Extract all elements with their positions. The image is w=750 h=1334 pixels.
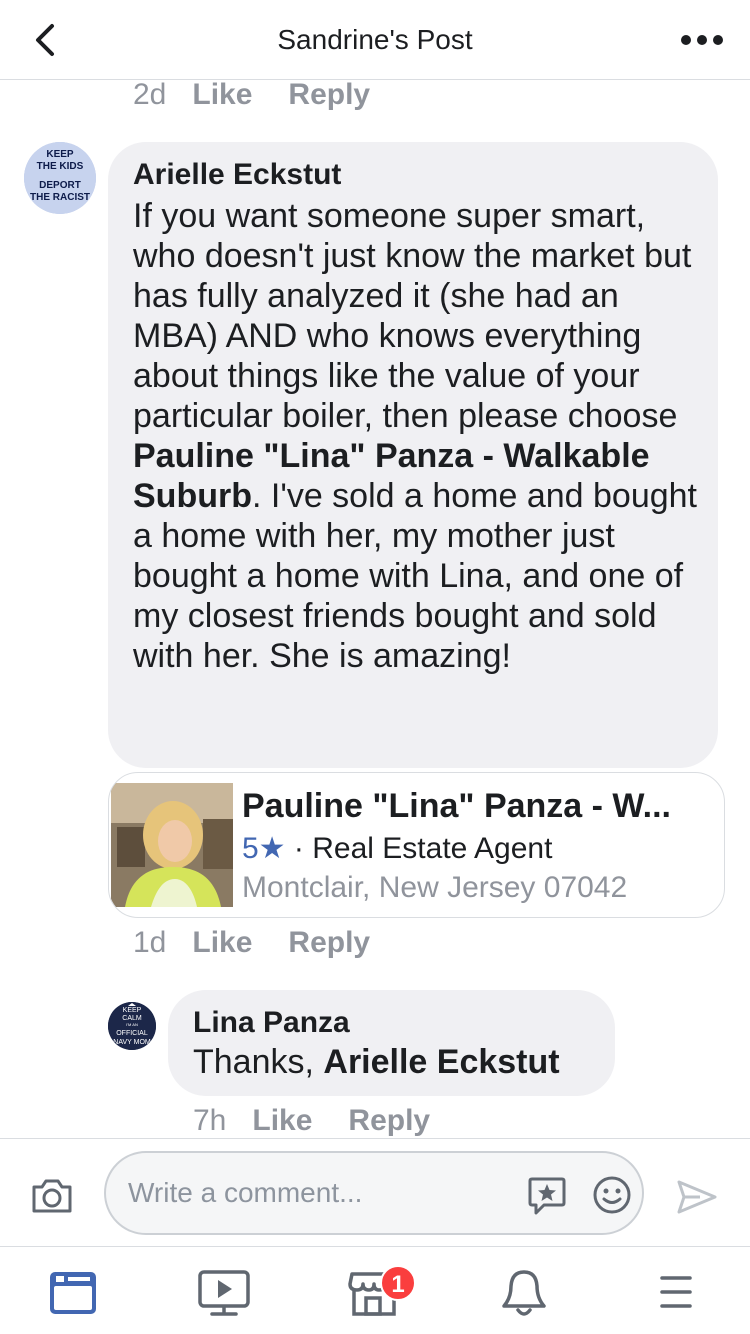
avatar-text-line: KEEP xyxy=(46,149,74,160)
reply-button[interactable]: Reply xyxy=(288,926,370,960)
avatar-text-line: NAVY MOM xyxy=(113,1039,151,1046)
comment-timestamp: 1d xyxy=(133,926,167,959)
like-button[interactable]: Like xyxy=(192,78,252,112)
comment-input-box[interactable] xyxy=(104,1151,644,1235)
previous-comment-actions: 2d Like Reply xyxy=(133,78,406,112)
send-icon[interactable] xyxy=(676,1179,718,1215)
avatar-sign-image: KEEP CALM I'M AN OFFICIAL NAVY MOM xyxy=(108,1002,156,1050)
comment-text-part: If you want someone super smart, who doe… xyxy=(133,197,692,435)
menu-icon[interactable] xyxy=(648,1265,704,1321)
rating-value: 5★ xyxy=(242,832,286,865)
camera-icon[interactable] xyxy=(30,1177,74,1215)
avatar-text-line: KEEP xyxy=(123,1007,142,1014)
reply-text: Thanks, Arielle Eckstut xyxy=(193,1042,560,1082)
reply-button[interactable]: Reply xyxy=(288,78,370,112)
page-attachment-card[interactable]: Pauline "Lina" Panza - W... 5★ · Real Es… xyxy=(108,772,725,918)
emoji-icon[interactable] xyxy=(592,1175,632,1215)
news-feed-icon[interactable] xyxy=(46,1265,100,1321)
comment-timestamp: 2d xyxy=(133,78,167,111)
bottom-tab-bar: 1 xyxy=(0,1246,750,1334)
avatar[interactable]: KEEP THE KIDS DEPORT THE RACIST xyxy=(24,142,96,214)
page-rating: 5★ · Real Estate Agent xyxy=(242,831,552,866)
comment-input[interactable] xyxy=(128,1173,508,1213)
avatar-text-line: THE RACIST xyxy=(30,192,90,203)
like-button[interactable]: Like xyxy=(252,1104,312,1138)
rating-separator: · xyxy=(285,832,313,865)
more-horizontal-icon[interactable] xyxy=(678,22,726,58)
comment-text: If you want someone super smart, who doe… xyxy=(133,196,703,676)
reply-button[interactable]: Reply xyxy=(348,1104,430,1138)
top-bar: Sandrine's Post xyxy=(0,0,750,80)
avatar[interactable]: KEEP CALM I'M AN OFFICIAL NAVY MOM xyxy=(108,1002,156,1050)
reply-actions: 7h Like Reply xyxy=(193,1104,466,1138)
comment-author[interactable]: Arielle Eckstut xyxy=(133,158,341,192)
comment-bubble: Arielle Eckstut If you want someone supe… xyxy=(108,142,718,768)
avatar-text-line: THE KIDS xyxy=(37,161,84,172)
avatar-text-line: I'M AN xyxy=(126,1022,138,1027)
page-profile-photo xyxy=(111,783,233,907)
reply-author[interactable]: Lina Panza xyxy=(193,1006,350,1040)
avatar-text-line: CALM xyxy=(122,1015,142,1022)
sticker-icon[interactable] xyxy=(526,1175,568,1217)
avatar-text-line: DEPORT xyxy=(39,180,81,191)
avatar-text-line: OFFICIAL xyxy=(116,1030,148,1037)
avatar-sign-image: KEEP THE KIDS DEPORT THE RACIST xyxy=(24,142,96,214)
page-category: Real Estate Agent xyxy=(312,832,553,865)
comment-composer xyxy=(0,1138,750,1246)
notifications-icon[interactable] xyxy=(496,1265,552,1321)
reply-text-part: Thanks, xyxy=(193,1043,324,1081)
page-title: Sandrine's Post xyxy=(277,24,473,55)
page-name[interactable]: Pauline "Lina" Panza - W... xyxy=(242,787,712,826)
user-mention-link[interactable]: Arielle Eckstut xyxy=(323,1043,559,1081)
reply-bubble: Lina Panza Thanks, Arielle Eckstut xyxy=(168,990,615,1096)
page-location: Montclair, New Jersey 07042 xyxy=(242,871,628,904)
comment-actions: 1d Like Reply xyxy=(133,926,406,960)
comment-timestamp: 7h xyxy=(193,1104,227,1137)
marketplace-badge: 1 xyxy=(380,1265,416,1301)
like-button[interactable]: Like xyxy=(192,926,252,960)
watch-icon[interactable] xyxy=(196,1265,252,1321)
